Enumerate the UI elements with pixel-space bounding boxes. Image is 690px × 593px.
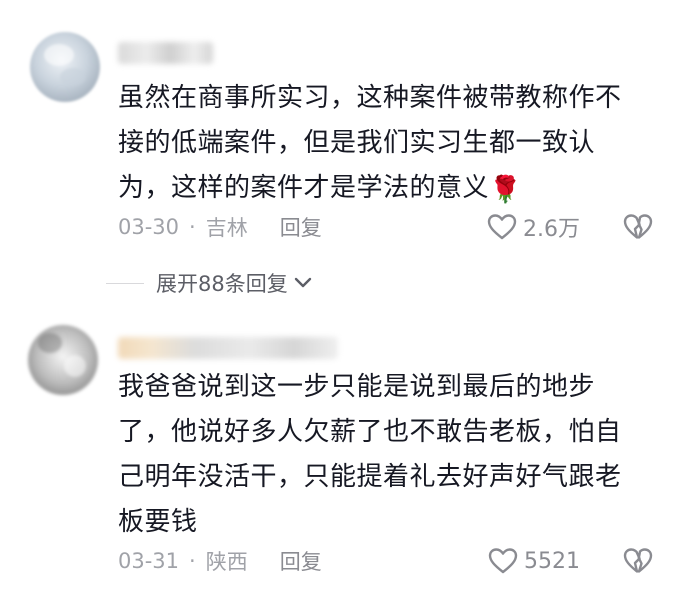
broken-heart-icon	[623, 214, 653, 239]
avatar[interactable]	[30, 32, 100, 102]
comment-item: 虽然在商事所实习，这种案件被带教称作不 接的低端案件，但是我们实习生都一致认 为…	[0, 32, 690, 262]
comment-text-line: 我爸爸说到这一步只能是说到最后的地步	[118, 372, 596, 402]
like-count: 2.6万	[523, 217, 580, 242]
rose-emoji: 🌹	[489, 175, 522, 205]
comment-text-line: 为，这样的案件才是学法的意义	[118, 173, 490, 203]
avatar[interactable]	[28, 325, 98, 395]
divider-line	[106, 282, 144, 284]
like-button[interactable]: 2.6万	[487, 212, 580, 242]
dislike-button[interactable]	[622, 546, 654, 576]
broken-heart-icon	[623, 548, 653, 573]
expand-replies-button[interactable]: 展开88条回复	[106, 268, 312, 298]
username-blurred[interactable]	[118, 337, 338, 359]
comment-item: 我爸爸说到这一步只能是说到最后的地步 了，他说好多人欠薪了也不敢告老板，怕自 己…	[0, 325, 690, 585]
comment-meta: 03-30 · 吉林 回复	[118, 212, 322, 242]
comment-text-line: 虽然在商事所实习，这种案件被带教称作不	[118, 83, 622, 113]
chevron-down-icon	[294, 277, 311, 288]
dislike-button[interactable]	[622, 212, 654, 242]
comment-location: 陕西	[205, 550, 248, 574]
expand-replies-label: 展开88条回复	[156, 272, 288, 296]
comment-text-line: 己明年没活干，只能提着礼去好声好气跟老	[118, 462, 622, 492]
reply-button[interactable]: 回复	[280, 546, 322, 576]
comment-text: 虽然在商事所实习，这种案件被带教称作不 接的低端案件，但是我们实习生都一致认 为…	[118, 76, 678, 213]
meta-separator: ·	[189, 215, 196, 239]
comment-text-line: 接的低端案件，但是我们实习生都一致认	[118, 128, 596, 158]
reply-button[interactable]: 回复	[280, 212, 322, 242]
comment-meta: 03-31 · 陕西 回复	[118, 546, 322, 576]
comment-text-line: 板要钱	[118, 507, 198, 537]
comment-text: 我爸爸说到这一步只能是说到最后的地步 了，他说好多人欠薪了也不敢告老板，怕自 己…	[118, 365, 678, 545]
heart-outline-icon	[487, 214, 517, 240]
comment-location: 吉林	[205, 216, 248, 240]
comment-date: 03-30	[118, 215, 180, 239]
meta-separator: ·	[189, 549, 196, 573]
heart-outline-icon	[488, 548, 518, 574]
username-blurred[interactable]	[118, 42, 213, 64]
comment-date: 03-31	[118, 549, 180, 573]
like-button[interactable]: 5521	[488, 546, 580, 576]
like-count: 5521	[524, 548, 580, 574]
comment-text-line: 了，他说好多人欠薪了也不敢告老板，怕自	[118, 417, 622, 447]
